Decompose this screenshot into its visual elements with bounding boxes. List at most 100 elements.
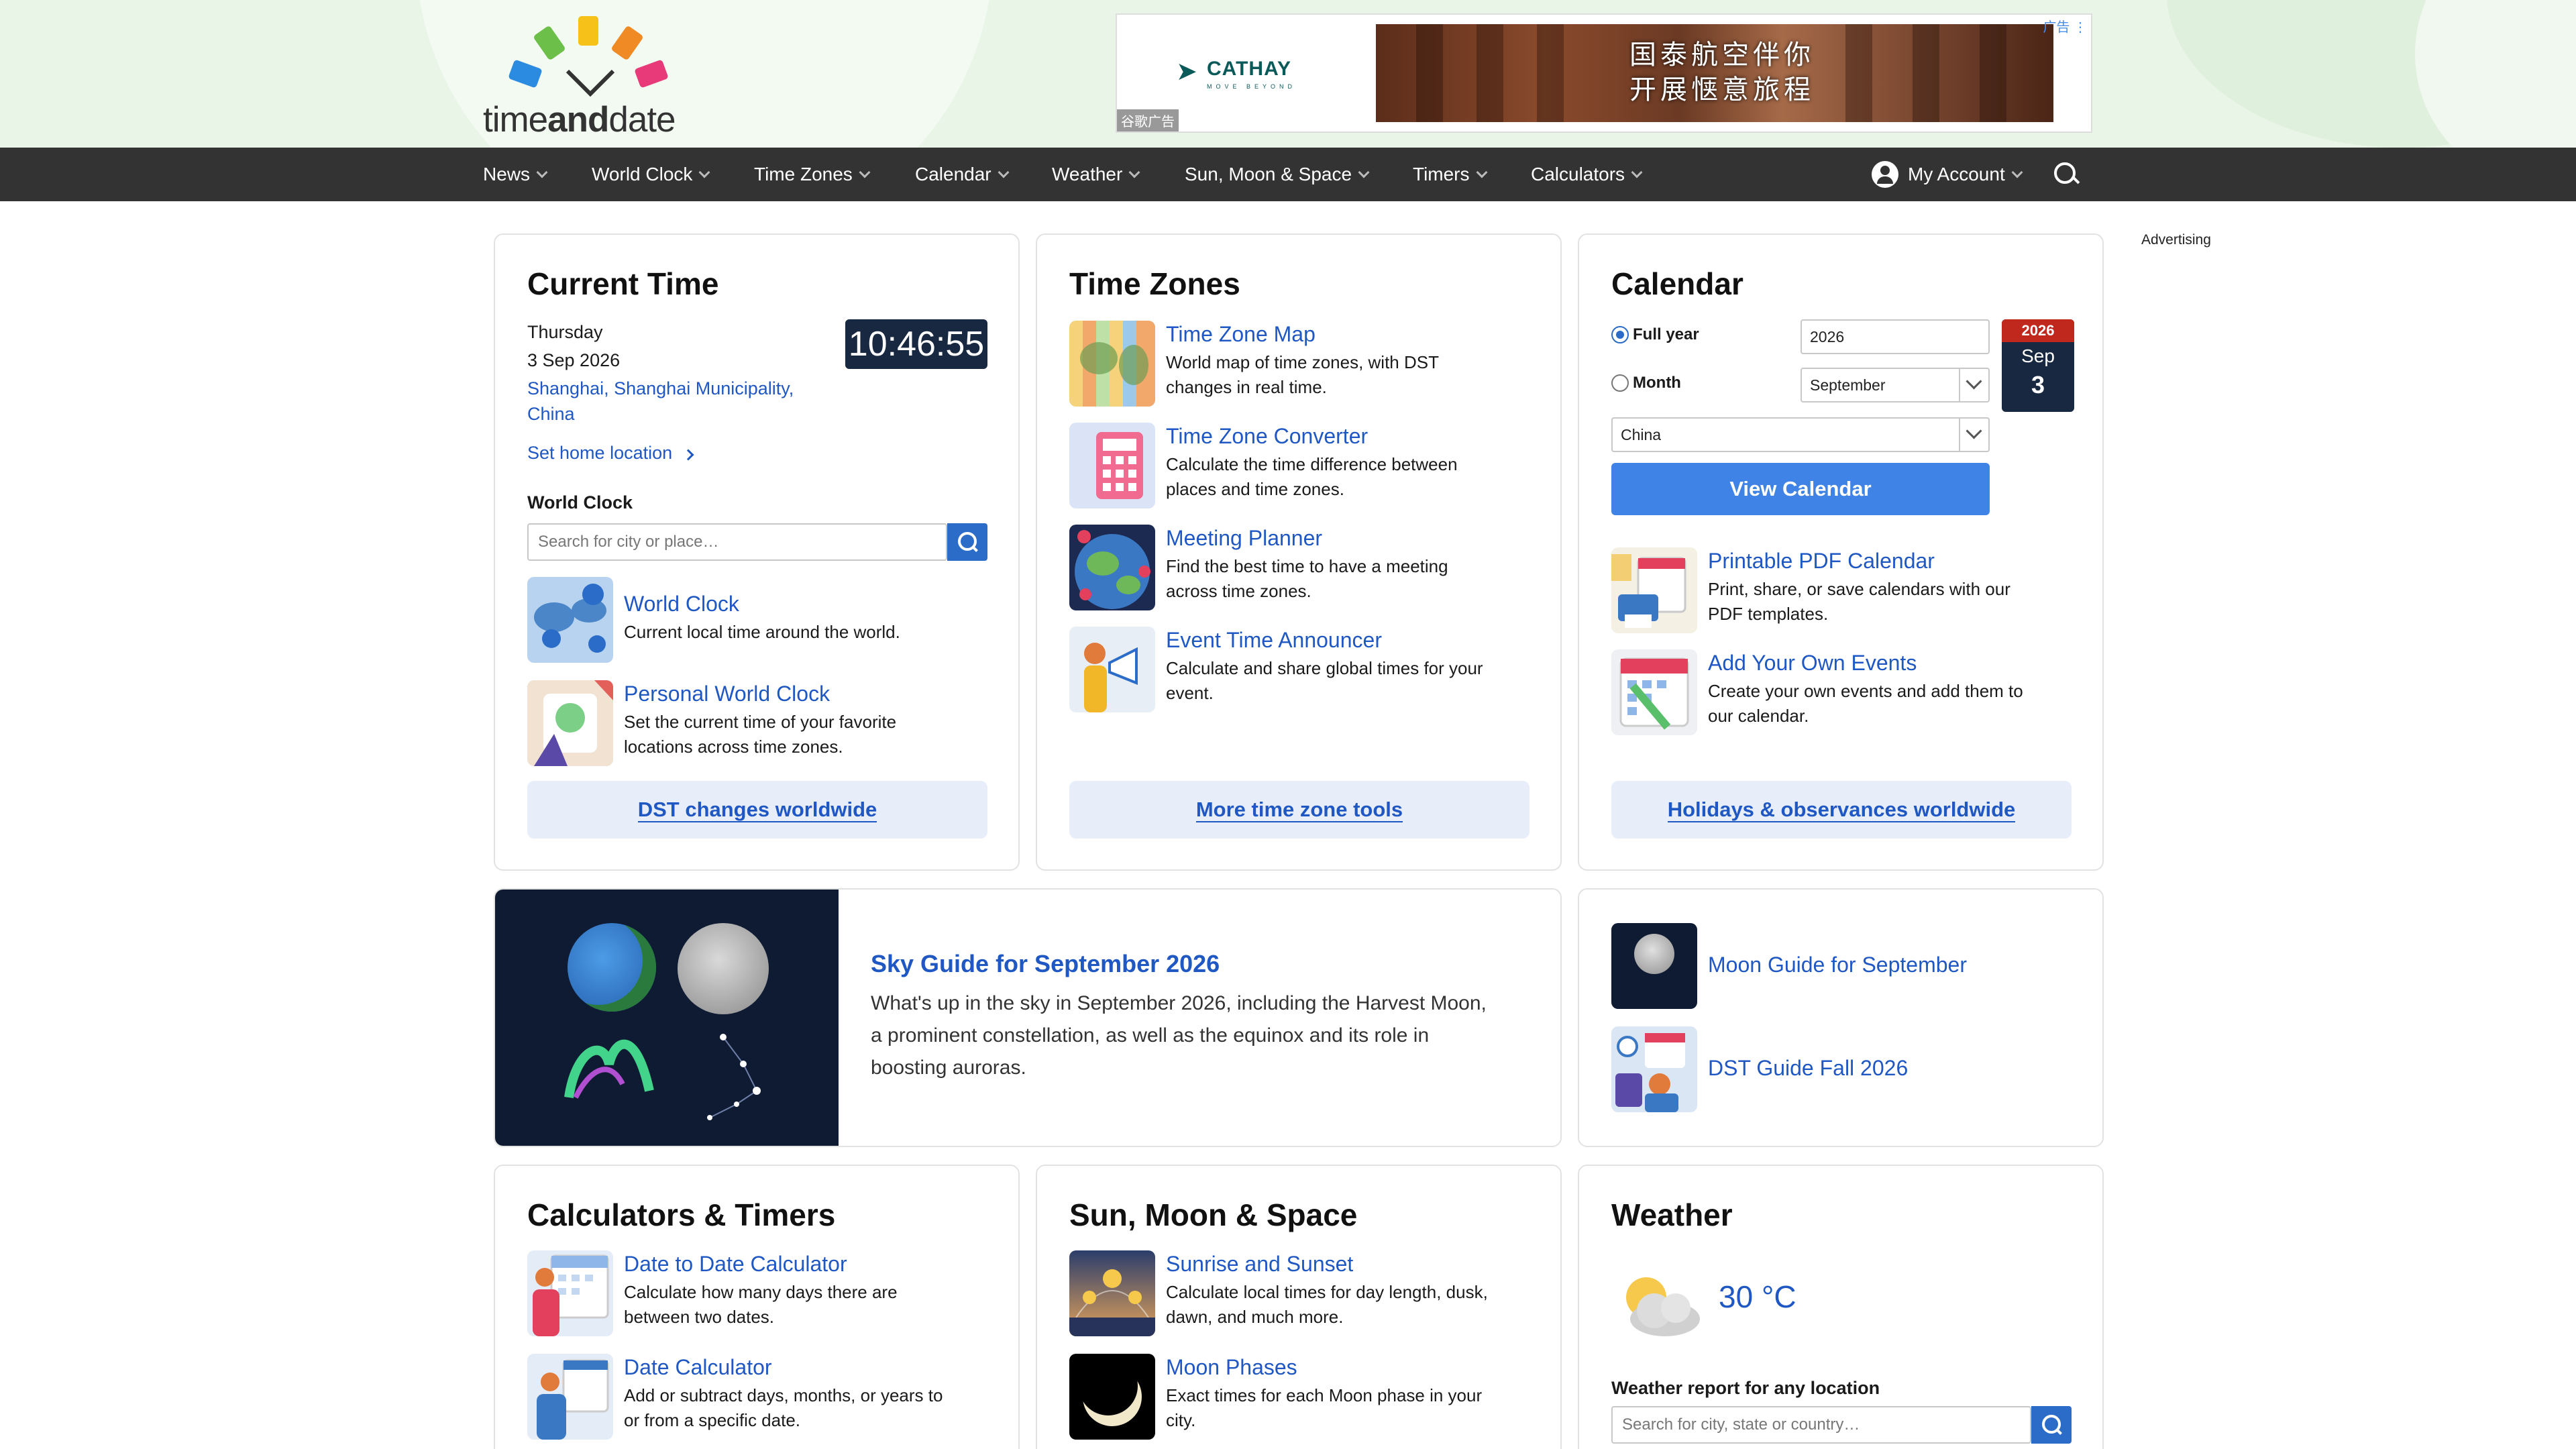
dst-guide-link[interactable]: DST Guide Fall 2026 bbox=[1708, 1056, 1908, 1081]
current-time-card: Current Time Thursday 3 Sep 2026 Shangha… bbox=[494, 233, 1020, 871]
desc-line: Calculate local times for day length, du… bbox=[1166, 1282, 1488, 1302]
nav-calculators[interactable]: Calculators bbox=[1531, 148, 1643, 201]
holidays-button[interactable]: Holidays & observances worldwide bbox=[1611, 781, 2072, 839]
ad-headline-line1: 国泰航空伴你 bbox=[1629, 40, 1815, 70]
search-icon[interactable] bbox=[2053, 161, 2080, 188]
view-calendar-button[interactable]: View Calendar bbox=[1611, 463, 1990, 515]
ad-choices-icon[interactable]: 广告 ⋮ bbox=[2043, 16, 2087, 36]
desc-line: changes in real time. bbox=[1166, 377, 1327, 397]
full-moon-icon bbox=[1634, 934, 1674, 974]
country-value: China bbox=[1621, 426, 1662, 443]
nav-label: Sun, Moon & Space bbox=[1185, 164, 1352, 184]
date-calculator-thumbnail[interactable] bbox=[527, 1354, 613, 1440]
add-events-link[interactable]: Add Your Own Events bbox=[1708, 651, 1917, 676]
nav-my-account[interactable]: My Account bbox=[1908, 148, 2023, 201]
calculators-card: Calculators & Timers Date to Date Calcul… bbox=[494, 1165, 1020, 1449]
desc-line: Calculate the time difference between bbox=[1166, 454, 1458, 474]
set-home-location-link[interactable]: Set home location bbox=[527, 440, 694, 466]
megaphone-icon bbox=[1084, 643, 1138, 712]
current-location-link[interactable]: Shanghai, Shanghai Municipality, China bbox=[527, 376, 794, 427]
logo-word-1: time bbox=[483, 100, 548, 140]
event-time-announcer-desc: Calculate and share global times for you… bbox=[1166, 656, 1483, 706]
footer-label: DST changes worldwide bbox=[637, 798, 877, 822]
year-input[interactable]: 2026 bbox=[1801, 319, 1990, 354]
moon-guide-thumbnail[interactable] bbox=[1611, 923, 1697, 1009]
nav-weather[interactable]: Weather bbox=[1052, 148, 1140, 201]
personal-world-clock-link[interactable]: Personal World Clock bbox=[624, 682, 830, 706]
world-clock-thumbnail[interactable] bbox=[527, 577, 613, 663]
world-clock-link[interactable]: World Clock bbox=[624, 592, 739, 616]
chevron-right-icon bbox=[682, 449, 694, 461]
header-ad[interactable]: ➤ CATHAY MOVE BEYOND 国泰航空伴你 开展惬意旅程 谷歌广告 广… bbox=[1116, 13, 2092, 133]
time-zone-map-thumbnail[interactable] bbox=[1069, 321, 1155, 407]
sunrise-sunset-link[interactable]: Sunrise and Sunset bbox=[1166, 1252, 1353, 1277]
date-to-date-link[interactable]: Date to Date Calculator bbox=[624, 1252, 847, 1277]
desc-line: between two dates. bbox=[624, 1307, 775, 1327]
moon-guide-link[interactable]: Moon Guide for September bbox=[1708, 953, 1967, 977]
sky-guide-link[interactable]: Sky Guide for September 2026 bbox=[871, 950, 1220, 978]
nav-label: Timers bbox=[1413, 164, 1470, 184]
add-events-thumbnail[interactable] bbox=[1611, 649, 1697, 735]
event-time-announcer-thumbnail[interactable] bbox=[1069, 627, 1155, 712]
calculator-icon bbox=[1096, 432, 1143, 499]
sky-guide-card[interactable]: Sky Guide for September 2026 What's up i… bbox=[494, 888, 1562, 1147]
weather-card: Weather 30 °C Weather report for any loc… bbox=[1578, 1165, 2104, 1449]
city-search-input[interactable]: Search for city or place… bbox=[527, 523, 947, 561]
printable-pdf-calendar-link[interactable]: Printable PDF Calendar bbox=[1708, 549, 1935, 574]
location-line2: China bbox=[527, 404, 575, 424]
meeting-planner-link[interactable]: Meeting Planner bbox=[1166, 526, 1322, 551]
date-to-date-thumbnail[interactable] bbox=[527, 1250, 613, 1336]
badge-year: 2026 bbox=[2002, 319, 2074, 342]
month-label: Month bbox=[1633, 374, 1681, 392]
moon-phases-thumbnail[interactable] bbox=[1069, 1354, 1155, 1440]
time-zone-converter-link[interactable]: Time Zone Converter bbox=[1166, 424, 1368, 449]
sunrise-sunset-thumbnail[interactable] bbox=[1069, 1250, 1155, 1336]
nav-news[interactable]: News bbox=[483, 148, 548, 201]
more-time-zone-tools-button[interactable]: More time zone tools bbox=[1069, 781, 1529, 839]
search-icon[interactable] bbox=[947, 523, 987, 561]
date-calculator-link[interactable]: Date Calculator bbox=[624, 1355, 772, 1380]
nav-timers[interactable]: Timers bbox=[1413, 148, 1488, 201]
desc-line: a prominent constellation, as well as th… bbox=[871, 1024, 1430, 1046]
nav-sun-moon-space[interactable]: Sun, Moon & Space bbox=[1185, 148, 1370, 201]
printable-pdf-calendar-thumbnail[interactable] bbox=[1611, 547, 1697, 633]
nav-calendar[interactable]: Calendar bbox=[915, 148, 1010, 201]
weather-search-input[interactable]: Search for city, state or country… bbox=[1611, 1406, 2031, 1444]
nav-time-zones[interactable]: Time Zones bbox=[754, 148, 871, 201]
calendar-person-icon bbox=[533, 1254, 609, 1336]
header-decoration bbox=[2415, 0, 2576, 148]
site-logo[interactable]: timeanddate bbox=[483, 13, 698, 140]
dst-changes-button[interactable]: DST changes worldwide bbox=[527, 781, 987, 839]
desc-line: PDF templates. bbox=[1708, 604, 1829, 624]
calendar-date-badge[interactable]: 2026 Sep 3 bbox=[2002, 319, 2074, 412]
current-temperature[interactable]: 30 °C bbox=[1719, 1279, 1796, 1315]
earth-icon bbox=[568, 923, 656, 1012]
chevron-down-icon bbox=[1128, 166, 1140, 178]
nav-label: World Clock bbox=[592, 164, 693, 184]
month-select[interactable]: September bbox=[1801, 368, 1990, 402]
dst-guide-thumbnail[interactable] bbox=[1611, 1026, 1697, 1112]
full-year-radio[interactable] bbox=[1611, 326, 1629, 343]
event-time-announcer-link[interactable]: Event Time Announcer bbox=[1166, 628, 1382, 653]
meeting-planner-thumbnail[interactable] bbox=[1069, 525, 1155, 610]
search-icon[interactable] bbox=[2031, 1406, 2072, 1444]
personal-world-clock-thumbnail[interactable] bbox=[527, 680, 613, 766]
country-select[interactable]: China bbox=[1611, 417, 1990, 452]
ad-image: 国泰航空伴你 开展惬意旅程 bbox=[1376, 24, 2053, 122]
desc-line: city. bbox=[1166, 1410, 1196, 1430]
account-icon[interactable] bbox=[1872, 161, 1898, 188]
moon-phases-link[interactable]: Moon Phases bbox=[1166, 1355, 1297, 1380]
nav-world-clock[interactable]: World Clock bbox=[592, 148, 710, 201]
chevron-down-icon bbox=[1959, 369, 1988, 401]
chevron-down-icon bbox=[859, 166, 871, 178]
badge-month: Sep bbox=[2021, 345, 2055, 366]
month-radio[interactable] bbox=[1611, 374, 1629, 392]
moon-phases-desc: Exact times for each Moon phase in your … bbox=[1166, 1383, 1482, 1433]
time-zone-map-link[interactable]: Time Zone Map bbox=[1166, 322, 1316, 347]
sun-moon-space-card: Sun, Moon & Space Sunrise and Sunset Cal… bbox=[1036, 1165, 1562, 1449]
aurora-icon bbox=[564, 1039, 654, 1099]
guides-card: Moon Guide for September DST Guide Fall … bbox=[1578, 888, 2104, 1147]
desc-line: Exact times for each Moon phase in your bbox=[1166, 1385, 1483, 1405]
date-to-date-desc: Calculate how many days there are betwee… bbox=[624, 1280, 898, 1330]
time-zone-converter-thumbnail[interactable] bbox=[1069, 423, 1155, 508]
